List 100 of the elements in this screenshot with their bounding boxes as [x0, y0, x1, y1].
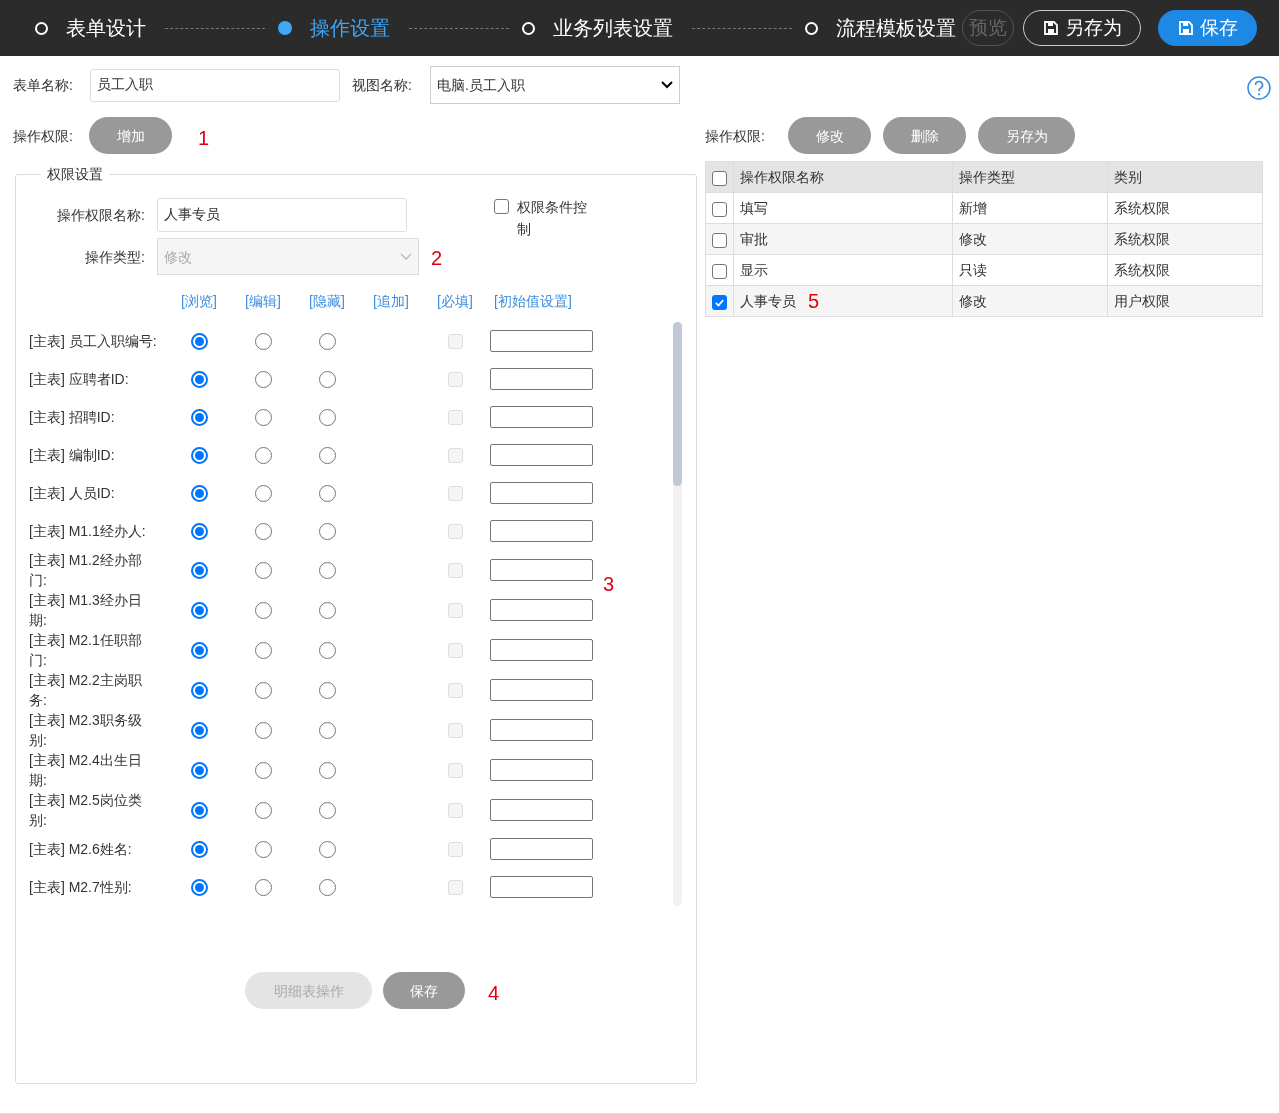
radio-button[interactable]	[190, 332, 208, 350]
radio-button[interactable]	[318, 801, 336, 819]
radio-button[interactable]	[190, 561, 208, 579]
column-header[interactable]: 类别	[1107, 161, 1263, 193]
radio-button[interactable]	[254, 484, 272, 502]
input-field[interactable]	[490, 799, 593, 821]
radio-button[interactable]	[190, 446, 208, 464]
help-icon[interactable]	[1247, 76, 1271, 100]
radio-button[interactable]	[254, 332, 272, 350]
step-tab[interactable]: 业务列表设置	[522, 13, 673, 43]
toolbar-button[interactable]: 修改	[788, 117, 871, 154]
checkbox[interactable]	[712, 170, 727, 186]
radio-button[interactable]	[254, 721, 272, 739]
column-link[interactable]: [追加]	[373, 291, 409, 311]
radio-button[interactable]	[318, 561, 336, 579]
radio-button[interactable]	[254, 641, 272, 659]
radio-button[interactable]	[190, 408, 208, 426]
radio-button[interactable]	[318, 408, 336, 426]
column-link[interactable]: [隐藏]	[309, 291, 345, 311]
radio-button[interactable]	[254, 601, 272, 619]
input-field[interactable]: 员工入职	[90, 68, 340, 102]
checkbox[interactable]	[494, 199, 509, 214]
save-icon	[1177, 20, 1194, 36]
radio-button[interactable]	[254, 878, 272, 896]
annotation-number: 3	[603, 571, 615, 597]
input-field[interactable]	[490, 520, 593, 542]
radio-button[interactable]	[190, 641, 208, 659]
field-label: 视图名称:	[352, 76, 413, 95]
radio-button[interactable]	[254, 522, 272, 540]
radio-button[interactable]	[190, 681, 208, 699]
column-link[interactable]: [编辑]	[245, 291, 281, 311]
input-field[interactable]	[490, 639, 593, 661]
radio-button[interactable]	[318, 641, 336, 659]
field-label: [主表] 招聘ID:	[29, 408, 116, 427]
step-tab[interactable]: 表单设计	[35, 13, 146, 43]
input-field[interactable]	[490, 838, 593, 860]
input-field[interactable]	[490, 719, 593, 741]
input-field[interactable]: 人事专员	[157, 198, 407, 232]
checkbox[interactable]	[712, 201, 727, 217]
save-button[interactable]: 保存	[1158, 10, 1257, 46]
checkbox[interactable]	[712, 232, 727, 248]
field-label: [主表] M1.2经办部门:	[29, 551, 143, 590]
radio-button[interactable]	[254, 761, 272, 779]
scrollbar[interactable]	[673, 322, 682, 906]
checkbox[interactable]	[712, 263, 727, 279]
radio-button[interactable]	[190, 878, 208, 896]
radio-button[interactable]	[254, 681, 272, 699]
radio-button[interactable]	[190, 370, 208, 388]
radio-button[interactable]	[254, 801, 272, 819]
field-label: [主表] M2.6姓名:	[29, 840, 133, 859]
column-link[interactable]: [初始值设置]	[494, 293, 572, 309]
input-field[interactable]	[490, 368, 593, 390]
radio-button[interactable]	[190, 761, 208, 779]
radio-button[interactable]	[318, 601, 336, 619]
radio-button[interactable]	[318, 332, 336, 350]
radio-button[interactable]	[318, 370, 336, 388]
toolbar-button[interactable]: 删除	[883, 117, 966, 154]
column-header[interactable]: 操作类型	[952, 161, 1108, 193]
radio-button[interactable]	[318, 878, 336, 896]
radio-button[interactable]	[254, 408, 272, 426]
input-field[interactable]	[490, 406, 593, 428]
input-field[interactable]	[490, 759, 593, 781]
checkbox[interactable]	[712, 294, 727, 310]
input-field[interactable]	[490, 330, 593, 352]
radio-button[interactable]	[318, 681, 336, 699]
toolbar-button[interactable]: 另存为	[978, 117, 1075, 154]
view-select[interactable]: 电脑.员工入职	[430, 66, 680, 104]
save-button[interactable]: 保存	[383, 972, 465, 1009]
radio-button[interactable]	[190, 484, 208, 502]
radio-button[interactable]	[190, 721, 208, 739]
field-label: [主表] 人员ID:	[29, 484, 116, 503]
radio-button[interactable]	[190, 801, 208, 819]
radio-button[interactable]	[318, 840, 336, 858]
input-field[interactable]	[490, 482, 593, 504]
radio-button[interactable]	[318, 484, 336, 502]
radio-button[interactable]	[190, 522, 208, 540]
radio-button[interactable]	[190, 601, 208, 619]
radio-button[interactable]	[254, 561, 272, 579]
input-field[interactable]	[490, 559, 593, 581]
checkbox-label: 权限条件控制	[517, 198, 588, 239]
step-tab[interactable]: 操作设置	[278, 13, 390, 43]
radio-button[interactable]	[190, 840, 208, 858]
radio-button[interactable]	[318, 721, 336, 739]
table-cell-text: 填写	[740, 199, 768, 218]
input-field[interactable]	[490, 599, 593, 621]
step-tab[interactable]: 流程模板设置	[805, 13, 956, 43]
column-link[interactable]: [必填]	[437, 291, 473, 311]
input-field[interactable]	[490, 876, 593, 898]
input-field[interactable]	[490, 444, 593, 466]
radio-button[interactable]	[254, 840, 272, 858]
column-link[interactable]: [浏览]	[181, 291, 217, 311]
radio-button[interactable]	[318, 522, 336, 540]
input-field[interactable]	[490, 679, 593, 701]
column-header[interactable]: 操作权限名称	[733, 161, 953, 193]
add-button[interactable]: 增加	[89, 117, 172, 154]
field-label: [主表] 员工入职编号:	[29, 332, 158, 351]
radio-button[interactable]	[318, 761, 336, 779]
radio-button[interactable]	[254, 370, 272, 388]
radio-button[interactable]	[254, 446, 272, 464]
radio-button[interactable]	[318, 446, 336, 464]
